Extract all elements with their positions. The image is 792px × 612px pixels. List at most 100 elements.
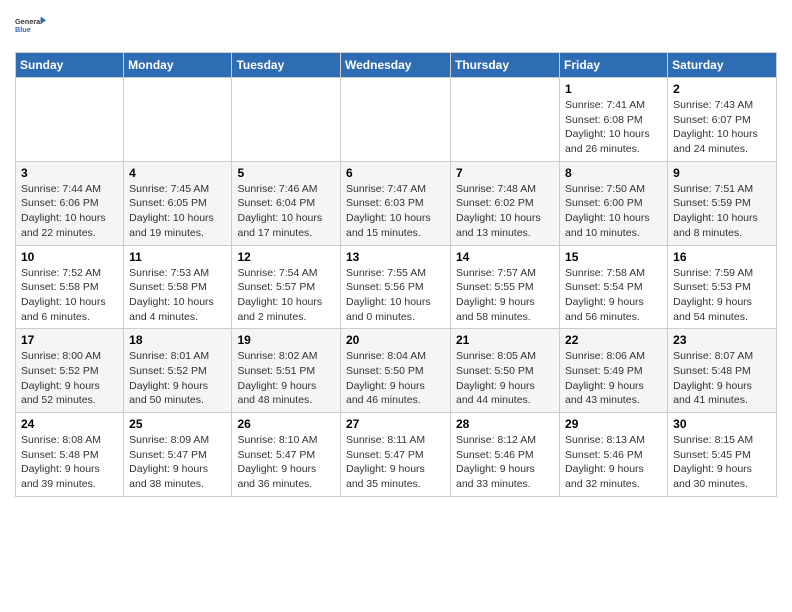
weekday-header-wednesday: Wednesday bbox=[341, 53, 451, 78]
day-info: Sunrise: 7:50 AMSunset: 6:00 PMDaylight:… bbox=[565, 182, 662, 241]
day-info: Sunrise: 8:02 AMSunset: 5:51 PMDaylight:… bbox=[237, 349, 335, 408]
day-number: 11 bbox=[129, 250, 226, 264]
logo-icon: GeneralBlue bbox=[15, 10, 47, 42]
day-number: 24 bbox=[21, 417, 118, 431]
day-info: Sunrise: 8:10 AMSunset: 5:47 PMDaylight:… bbox=[237, 433, 335, 492]
calendar-cell bbox=[232, 78, 341, 162]
calendar-week-2: 3Sunrise: 7:44 AMSunset: 6:06 PMDaylight… bbox=[16, 161, 777, 245]
day-info: Sunrise: 8:06 AMSunset: 5:49 PMDaylight:… bbox=[565, 349, 662, 408]
day-info: Sunrise: 7:58 AMSunset: 5:54 PMDaylight:… bbox=[565, 266, 662, 325]
day-info: Sunrise: 8:01 AMSunset: 5:52 PMDaylight:… bbox=[129, 349, 226, 408]
day-info: Sunrise: 7:52 AMSunset: 5:58 PMDaylight:… bbox=[21, 266, 118, 325]
calendar-cell: 15 Sunrise: 7:58 AMSunset: 5:54 PMDayligh… bbox=[560, 245, 668, 329]
day-number: 30 bbox=[673, 417, 771, 431]
calendar-cell: 30 Sunrise: 8:15 AMSunset: 5:45 PMDayligh… bbox=[668, 413, 777, 497]
calendar-cell: 20Sunrise: 8:04 AMSunset: 5:50 PMDayligh… bbox=[341, 329, 451, 413]
day-number: 21 bbox=[456, 333, 554, 347]
calendar-cell: 2 Sunrise: 7:43 AMSunset: 6:07 PMDaylight… bbox=[668, 78, 777, 162]
day-number: 8 bbox=[565, 166, 662, 180]
calendar-cell: 17Sunrise: 8:00 AMSunset: 5:52 PMDayligh… bbox=[16, 329, 124, 413]
day-number: 5 bbox=[237, 166, 335, 180]
day-info: Sunrise: 7:48 AMSunset: 6:02 PMDaylight:… bbox=[456, 182, 554, 241]
day-number: 22 bbox=[565, 333, 662, 347]
day-info: Sunrise: 8:15 AMSunset: 5:45 PMDaylight:… bbox=[673, 433, 771, 492]
day-number: 12 bbox=[237, 250, 335, 264]
calendar-cell bbox=[341, 78, 451, 162]
calendar-week-1: 1Sunrise: 7:41 AMSunset: 6:08 PMDaylight… bbox=[16, 78, 777, 162]
day-number: 25 bbox=[129, 417, 226, 431]
day-number: 1 bbox=[565, 82, 662, 96]
day-info: Sunrise: 8:09 AMSunset: 5:47 PMDaylight:… bbox=[129, 433, 226, 492]
day-number: 14 bbox=[456, 250, 554, 264]
day-info: Sunrise: 8:12 AMSunset: 5:46 PMDaylight:… bbox=[456, 433, 554, 492]
weekday-header-monday: Monday bbox=[124, 53, 232, 78]
page-container: GeneralBlue SundayMondayTuesdayWednesday… bbox=[0, 0, 792, 507]
calendar-cell: 13Sunrise: 7:55 AMSunset: 5:56 PMDayligh… bbox=[341, 245, 451, 329]
page-header: GeneralBlue bbox=[15, 10, 777, 42]
day-number: 3 bbox=[21, 166, 118, 180]
calendar-cell: 26Sunrise: 8:10 AMSunset: 5:47 PMDayligh… bbox=[232, 413, 341, 497]
day-info: Sunrise: 8:11 AMSunset: 5:47 PMDaylight:… bbox=[346, 433, 445, 492]
calendar-cell: 6Sunrise: 7:47 AMSunset: 6:03 PMDaylight… bbox=[341, 161, 451, 245]
day-info: Sunrise: 7:46 AMSunset: 6:04 PMDaylight:… bbox=[237, 182, 335, 241]
day-info: Sunrise: 7:51 AMSunset: 5:59 PMDaylight:… bbox=[673, 182, 771, 241]
svg-text:General: General bbox=[15, 17, 42, 26]
calendar-cell: 22 Sunrise: 8:06 AMSunset: 5:49 PMDayligh… bbox=[560, 329, 668, 413]
calendar-cell: 19 Sunrise: 8:02 AMSunset: 5:51 PMDayligh… bbox=[232, 329, 341, 413]
day-number: 15 bbox=[565, 250, 662, 264]
calendar-cell: 18 Sunrise: 8:01 AMSunset: 5:52 PMDayligh… bbox=[124, 329, 232, 413]
day-number: 20 bbox=[346, 333, 445, 347]
day-number: 18 bbox=[129, 333, 226, 347]
calendar-cell bbox=[451, 78, 560, 162]
day-info: Sunrise: 7:59 AMSunset: 5:53 PMDaylight:… bbox=[673, 266, 771, 325]
calendar-cell: 11 Sunrise: 7:53 AMSunset: 5:58 PMDayligh… bbox=[124, 245, 232, 329]
calendar-cell: 10 Sunrise: 7:52 AMSunset: 5:58 PMDayligh… bbox=[16, 245, 124, 329]
day-number: 17 bbox=[21, 333, 118, 347]
day-info: Sunrise: 8:07 AMSunset: 5:48 PMDaylight:… bbox=[673, 349, 771, 408]
calendar-cell: 7 Sunrise: 7:48 AMSunset: 6:02 PMDaylight… bbox=[451, 161, 560, 245]
calendar-cell: 27 Sunrise: 8:11 AMSunset: 5:47 PMDayligh… bbox=[341, 413, 451, 497]
day-number: 19 bbox=[237, 333, 335, 347]
calendar-week-5: 24 Sunrise: 8:08 AMSunset: 5:48 PMDayligh… bbox=[16, 413, 777, 497]
day-number: 10 bbox=[21, 250, 118, 264]
weekday-header-tuesday: Tuesday bbox=[232, 53, 341, 78]
day-info: Sunrise: 7:47 AMSunset: 6:03 PMDaylight:… bbox=[346, 182, 445, 241]
svg-text:Blue: Blue bbox=[15, 25, 31, 34]
day-info: Sunrise: 7:45 AMSunset: 6:05 PMDaylight:… bbox=[129, 182, 226, 241]
day-number: 27 bbox=[346, 417, 445, 431]
calendar-week-4: 17Sunrise: 8:00 AMSunset: 5:52 PMDayligh… bbox=[16, 329, 777, 413]
calendar-cell: 21 Sunrise: 8:05 AMSunset: 5:50 PMDayligh… bbox=[451, 329, 560, 413]
weekday-header-sunday: Sunday bbox=[16, 53, 124, 78]
day-number: 16 bbox=[673, 250, 771, 264]
weekday-header-friday: Friday bbox=[560, 53, 668, 78]
day-number: 4 bbox=[129, 166, 226, 180]
calendar-cell: 25 Sunrise: 8:09 AMSunset: 5:47 PMDayligh… bbox=[124, 413, 232, 497]
calendar-cell bbox=[16, 78, 124, 162]
day-info: Sunrise: 8:05 AMSunset: 5:50 PMDaylight:… bbox=[456, 349, 554, 408]
day-number: 28 bbox=[456, 417, 554, 431]
calendar-cell bbox=[124, 78, 232, 162]
day-number: 23 bbox=[673, 333, 771, 347]
day-number: 29 bbox=[565, 417, 662, 431]
logo: GeneralBlue bbox=[15, 10, 47, 42]
day-info: Sunrise: 8:08 AMSunset: 5:48 PMDaylight:… bbox=[21, 433, 118, 492]
calendar-cell: 16 Sunrise: 7:59 AMSunset: 5:53 PMDayligh… bbox=[668, 245, 777, 329]
day-number: 7 bbox=[456, 166, 554, 180]
day-info: Sunrise: 8:13 AMSunset: 5:46 PMDaylight:… bbox=[565, 433, 662, 492]
calendar-cell: 28 Sunrise: 8:12 AMSunset: 5:46 PMDayligh… bbox=[451, 413, 560, 497]
weekday-header-saturday: Saturday bbox=[668, 53, 777, 78]
day-number: 2 bbox=[673, 82, 771, 96]
calendar-cell: 24 Sunrise: 8:08 AMSunset: 5:48 PMDayligh… bbox=[16, 413, 124, 497]
calendar-cell: 23 Sunrise: 8:07 AMSunset: 5:48 PMDayligh… bbox=[668, 329, 777, 413]
day-info: Sunrise: 7:54 AMSunset: 5:57 PMDaylight:… bbox=[237, 266, 335, 325]
weekday-header-thursday: Thursday bbox=[451, 53, 560, 78]
calendar-cell: 9Sunrise: 7:51 AMSunset: 5:59 PMDaylight… bbox=[668, 161, 777, 245]
calendar-cell: 5 Sunrise: 7:46 AMSunset: 6:04 PMDaylight… bbox=[232, 161, 341, 245]
day-number: 13 bbox=[346, 250, 445, 264]
calendar-week-3: 10 Sunrise: 7:52 AMSunset: 5:58 PMDayligh… bbox=[16, 245, 777, 329]
day-info: Sunrise: 7:53 AMSunset: 5:58 PMDaylight:… bbox=[129, 266, 226, 325]
day-info: Sunrise: 7:57 AMSunset: 5:55 PMDaylight:… bbox=[456, 266, 554, 325]
calendar-cell: 14 Sunrise: 7:57 AMSunset: 5:55 PMDayligh… bbox=[451, 245, 560, 329]
day-info: Sunrise: 7:43 AMSunset: 6:07 PMDaylight:… bbox=[673, 98, 771, 157]
calendar-cell: 29 Sunrise: 8:13 AMSunset: 5:46 PMDayligh… bbox=[560, 413, 668, 497]
